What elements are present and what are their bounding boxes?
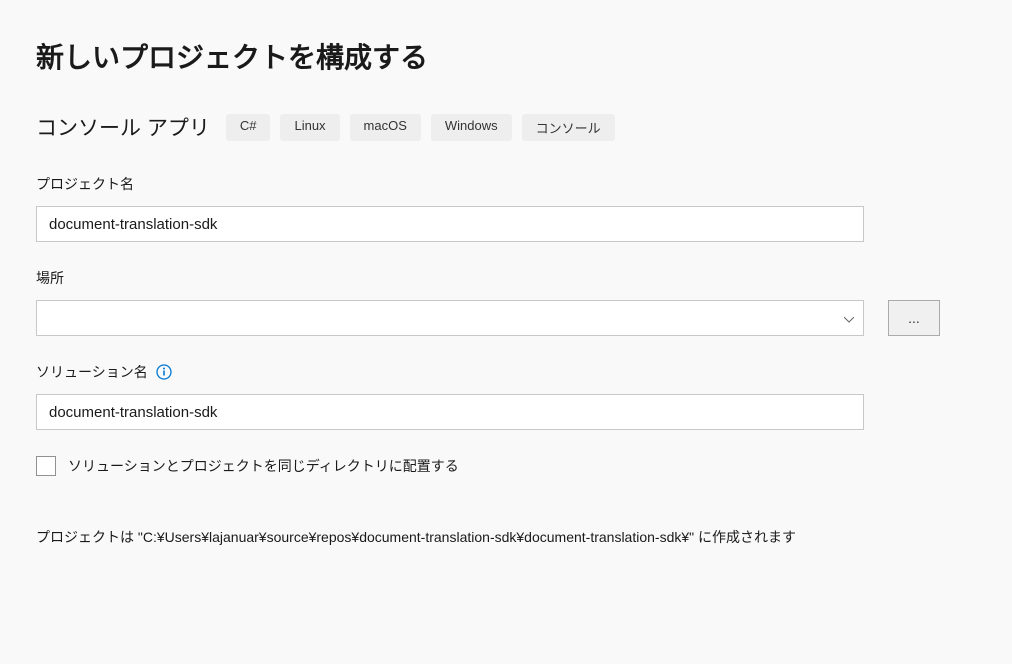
project-type-subtitle: コンソール アプリ <box>36 112 210 142</box>
browse-button[interactable]: ... <box>888 300 940 336</box>
solution-name-label: ソリューション名 <box>36 362 976 382</box>
tag-console: コンソール <box>522 114 615 141</box>
solution-name-group: ソリューション名 <box>36 362 976 430</box>
tag-windows: Windows <box>431 114 512 141</box>
tag-csharp: C# <box>226 114 271 141</box>
project-path-preview: プロジェクトは "C:¥Users¥lajanuar¥source¥repos¥… <box>36 526 956 550</box>
solution-name-input[interactable] <box>36 394 864 430</box>
location-input[interactable] <box>36 300 864 336</box>
tag-macos: macOS <box>350 114 421 141</box>
project-name-input[interactable] <box>36 206 864 242</box>
subtitle-row: コンソール アプリ C# Linux macOS Windows コンソール <box>36 112 976 142</box>
project-name-label: プロジェクト名 <box>36 174 976 194</box>
same-directory-checkbox[interactable] <box>36 456 56 476</box>
page-title: 新しいプロジェクトを構成する <box>36 36 976 76</box>
solution-name-label-text: ソリューション名 <box>36 362 148 382</box>
location-group: 場所 ... <box>36 268 976 336</box>
location-label: 場所 <box>36 268 976 288</box>
same-directory-row: ソリューションとプロジェクトを同じディレクトリに配置する <box>36 456 976 476</box>
tag-linux: Linux <box>280 114 339 141</box>
same-directory-label: ソリューションとプロジェクトを同じディレクトリに配置する <box>68 456 459 476</box>
project-name-group: プロジェクト名 <box>36 174 976 242</box>
project-tags: C# Linux macOS Windows コンソール <box>226 114 615 141</box>
info-icon[interactable] <box>156 364 172 380</box>
